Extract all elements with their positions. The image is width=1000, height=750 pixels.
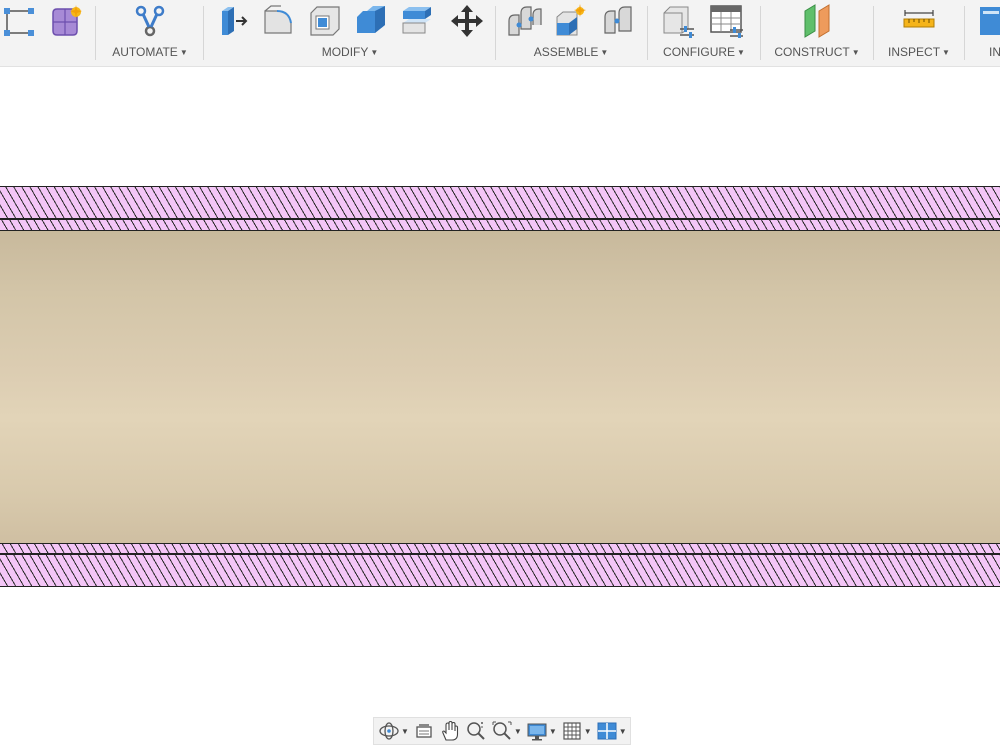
ribbon-group-configure: CONFIGURE ▼ xyxy=(652,0,756,66)
constraint-icon xyxy=(4,8,34,36)
inspect-menu[interactable]: INSPECT ▼ xyxy=(878,45,960,59)
press-pull-icon xyxy=(222,7,248,35)
insert-label: IN xyxy=(989,45,1000,59)
section-hatch-top-outer xyxy=(0,186,1000,219)
construct-plane-icon xyxy=(804,4,830,38)
ribbon-group-automate: AUTOMATE ▼ xyxy=(100,0,200,66)
ribbon-group-modify: MODIFY ▼ xyxy=(208,0,492,66)
combine-icon xyxy=(357,6,385,33)
dropdown-caret-icon: ▼ xyxy=(618,726,627,736)
assemble-menu[interactable]: ASSEMBLE ▼ xyxy=(500,45,642,59)
dropdown-caret-icon: ▼ xyxy=(600,48,609,57)
zoom-button[interactable] xyxy=(465,719,487,743)
configure-label: CONFIGURE xyxy=(663,45,736,59)
measure-tool[interactable] xyxy=(900,2,938,40)
dropdown-caret-icon: ▼ xyxy=(548,726,557,736)
section-hatch-bottom-inner xyxy=(0,543,1000,554)
fit-button[interactable]: ▼ xyxy=(491,719,522,743)
orbit-button[interactable]: ▼ xyxy=(378,719,409,743)
automate-label: AUTOMATE xyxy=(112,45,178,59)
model-body[interactable] xyxy=(0,231,1000,543)
dropdown-caret-icon: ▼ xyxy=(179,48,188,57)
ribbon-group-inspect: INSPECT ▼ xyxy=(878,0,960,66)
ribbon-group-assemble: ASSEMBLE ▼ xyxy=(500,0,642,66)
section-hatch-bottom-outer xyxy=(0,554,1000,587)
fit-icon xyxy=(492,721,512,740)
dropdown-caret-icon: ▼ xyxy=(942,48,950,57)
fusion-window: AUTOMATE ▼ MODIFY ▼ ASSEMBLE ▼ CONFIGURE… xyxy=(0,0,1000,750)
orbit-icon xyxy=(379,722,399,740)
grid-button[interactable]: ▼ xyxy=(561,719,592,743)
ribbon-group-construct: CONSTRUCT ▼ xyxy=(765,0,869,66)
pan-icon xyxy=(442,720,458,741)
configure-model-tool[interactable] xyxy=(659,2,697,40)
insert-menu[interactable]: IN xyxy=(989,45,1000,59)
look-at-icon xyxy=(416,724,432,738)
shell-tool[interactable] xyxy=(306,2,344,40)
automate-tool[interactable] xyxy=(131,2,169,40)
construct-label: CONSTRUCT xyxy=(774,45,850,59)
navigation-bar: ▼ ▼ ▼ ▼ ▼ xyxy=(373,717,631,745)
construct-menu[interactable]: CONSTRUCT ▼ xyxy=(765,45,869,59)
shell-icon xyxy=(310,6,340,36)
fillet-icon xyxy=(264,5,292,34)
configuration-table-tool[interactable] xyxy=(707,2,745,40)
offset-face-tool[interactable] xyxy=(398,2,436,40)
automate-icon xyxy=(135,5,165,37)
ribbon-group-create xyxy=(0,0,90,66)
ribbon-separator xyxy=(964,6,965,60)
new-component-tool[interactable] xyxy=(552,2,590,40)
measure-icon xyxy=(903,10,935,28)
move-icon xyxy=(451,5,483,37)
assemble-label: ASSEMBLE xyxy=(533,45,599,59)
display-settings-icon xyxy=(527,723,547,741)
ribbon-toolbar: AUTOMATE ▼ MODIFY ▼ ASSEMBLE ▼ CONFIGURE… xyxy=(0,0,1000,67)
inspect-label: INSPECT xyxy=(888,45,941,59)
fillet-tool[interactable] xyxy=(260,2,298,40)
ribbon-separator xyxy=(203,6,204,60)
grid-icon xyxy=(563,722,581,740)
modify-label: MODIFY xyxy=(321,45,369,59)
pan-button[interactable] xyxy=(439,719,461,743)
display-settings-button[interactable]: ▼ xyxy=(526,719,557,743)
dropdown-caret-icon: ▼ xyxy=(513,726,522,736)
dropdown-caret-icon: ▼ xyxy=(583,726,592,736)
dropdown-caret-icon: ▼ xyxy=(370,48,379,57)
joint-tool[interactable] xyxy=(505,2,543,40)
ribbon-separator xyxy=(873,6,874,60)
configuration-table-icon xyxy=(710,5,743,38)
form-icon xyxy=(52,5,82,36)
as-built-joint-icon xyxy=(604,6,632,34)
ribbon-separator xyxy=(95,6,96,60)
ribbon-separator xyxy=(647,6,648,60)
move-tool[interactable] xyxy=(448,2,486,40)
combine-tool[interactable] xyxy=(352,2,390,40)
dropdown-caret-icon: ▼ xyxy=(851,48,860,57)
dropdown-caret-icon: ▼ xyxy=(401,726,409,736)
as-built-joint-tool[interactable] xyxy=(600,2,638,40)
viewports-icon xyxy=(597,722,617,740)
section-hatch-top-inner xyxy=(0,219,1000,231)
press-pull-tool[interactable] xyxy=(213,2,251,40)
construct-plane-tool[interactable] xyxy=(798,2,836,40)
configure-menu[interactable]: CONFIGURE ▼ xyxy=(652,45,756,59)
insert-icon xyxy=(980,7,1000,35)
ribbon-group-insert: IN xyxy=(969,0,1000,66)
dropdown-caret-icon: ▼ xyxy=(737,48,745,57)
ribbon-separator xyxy=(760,6,761,60)
zoom-icon xyxy=(467,722,485,740)
insert-tool[interactable] xyxy=(973,2,1000,40)
sketch-constraint-tool[interactable] xyxy=(0,2,38,40)
look-at-button[interactable] xyxy=(413,719,435,743)
offset-face-icon xyxy=(402,7,431,34)
viewports-button[interactable]: ▼ xyxy=(596,719,627,743)
create-form-tool[interactable] xyxy=(46,2,84,40)
modify-menu[interactable]: MODIFY ▼ xyxy=(208,45,492,59)
automate-menu[interactable]: AUTOMATE ▼ xyxy=(100,45,200,59)
ribbon-separator xyxy=(495,6,496,60)
configure-model-icon xyxy=(663,6,694,38)
new-component-icon xyxy=(556,4,586,36)
joint-icon xyxy=(508,6,542,36)
canvas-viewport[interactable] xyxy=(0,67,1000,750)
